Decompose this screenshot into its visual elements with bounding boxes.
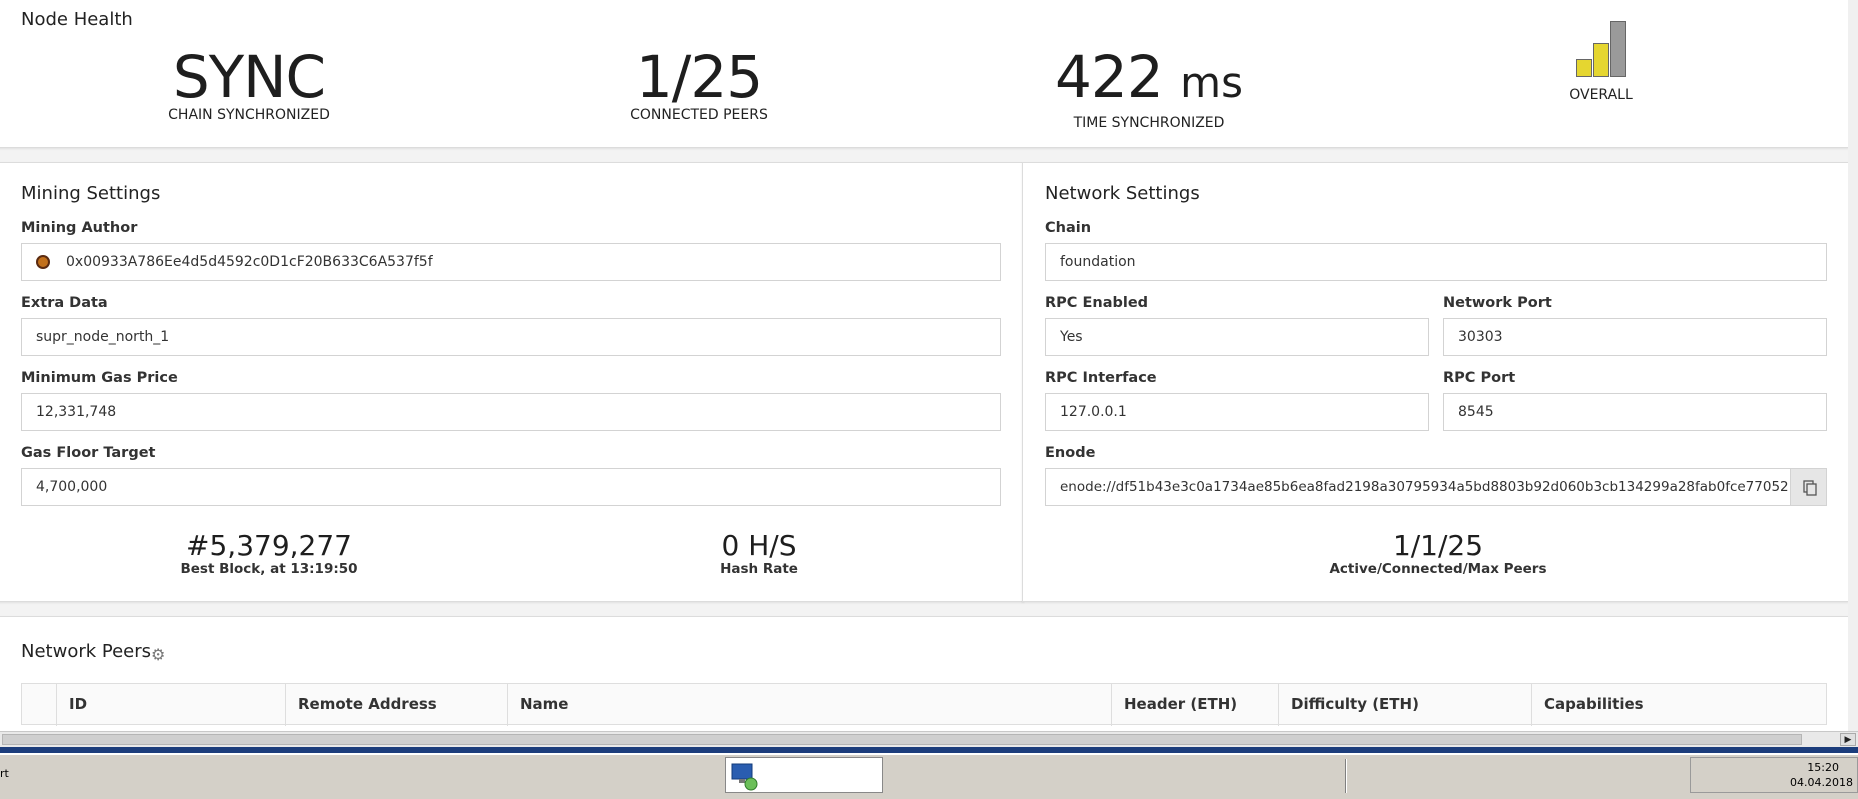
remote-desktop-icon — [731, 763, 758, 791]
node-health-card: Node Health SYNC CHAIN SYNCHRONIZED 1/25… — [0, 0, 1849, 148]
chain-label: Chain — [1045, 220, 1092, 236]
time-sync-label: TIME SYNCHRONIZED — [1073, 115, 1225, 131]
peers-value: 1/1/25 — [1392, 529, 1484, 562]
extra-data-field[interactable]: supr_node_north_1 — [21, 318, 1001, 356]
mining-settings-title: Mining Settings — [21, 183, 161, 204]
peers-table-header: ID Remote Address Name Header (ETH) Diff… — [21, 683, 1827, 726]
scrollbar-thumb[interactable] — [2, 734, 1802, 745]
column-header-select[interactable] — [22, 684, 57, 726]
time-sync-value: 422 — [1055, 43, 1164, 111]
network-port-label: Network Port — [1443, 295, 1552, 311]
taskbar: rt 15:20 04.04.2018 — [0, 747, 1858, 799]
best-block-value: #5,379,277 — [186, 529, 352, 562]
column-header-remote-address[interactable]: Remote Address — [286, 684, 508, 726]
clock-date[interactable]: 04.04.2018 — [1790, 776, 1853, 789]
rpc-port-label: RPC Port — [1443, 370, 1516, 386]
chain-field[interactable]: foundation — [1045, 243, 1827, 281]
page: Node Health SYNC CHAIN SYNCHRONIZED 1/25… — [0, 0, 1858, 740]
best-block-label: Best Block, at 13:19:50 — [180, 561, 358, 577]
start-button[interactable]: rt — [0, 761, 14, 787]
node-health-title: Node Health — [21, 9, 133, 30]
rpc-interface-field[interactable]: 127.0.0.1 — [1045, 393, 1429, 431]
mining-author-field[interactable]: 0x00933A786Ee4d5d4592c0D1cF20B633C6A537f… — [21, 243, 1001, 281]
column-header-difficulty-eth[interactable]: Difficulty (ETH) — [1279, 684, 1532, 726]
overall-bar-3 — [1610, 21, 1626, 77]
network-peers-card: Network Peers ⚙ ID Remote Address Name H… — [0, 616, 1849, 740]
copy-icon — [1803, 480, 1817, 496]
time-sync-stat: 422 ms TIME SYNCHRONIZED — [1029, 47, 1269, 131]
network-settings-title: Network Settings — [1045, 183, 1200, 204]
copy-enode-button[interactable] — [1790, 468, 1827, 506]
peers-label: Active/Connected/Max Peers — [1329, 561, 1547, 577]
gas-floor-target-field[interactable]: 4,700,000 — [21, 468, 1001, 506]
overall-bar-1 — [1576, 59, 1592, 77]
min-gas-price-field[interactable]: 12,331,748 — [21, 393, 1001, 431]
rpc-enabled-label: RPC Enabled — [1045, 295, 1149, 311]
column-header-id[interactable]: ID — [57, 684, 286, 726]
peers-stat: 1/1/25 Active/Connected/Max Peers — [1273, 529, 1603, 578]
enode-label: Enode — [1045, 445, 1096, 461]
mining-author-label: Mining Author — [21, 220, 138, 236]
extra-data-label: Extra Data — [21, 295, 108, 311]
chain-sync-label: CHAIN SYNCHRONIZED — [168, 107, 330, 123]
mining-settings-card: Mining Settings Mining Author 0x00933A78… — [0, 162, 1024, 602]
hash-rate-stat: 0 H/S Hash Rate — [639, 529, 879, 578]
min-gas-price-label: Minimum Gas Price — [21, 370, 178, 386]
best-block-stat: #5,379,277 Best Block, at 13:19:50 — [149, 529, 389, 578]
gear-icon[interactable]: ⚙ — [151, 645, 165, 664]
mining-author-value: 0x00933A786Ee4d5d4592c0D1cF20B633C6A537f… — [66, 254, 433, 270]
vertical-scrollbar[interactable] — [1848, 0, 1858, 731]
chain-sync-stat: SYNC CHAIN SYNCHRONIZED — [129, 47, 369, 123]
connected-peers-stat: 1/25 CONNECTED PEERS — [579, 47, 819, 123]
chain-sync-value: SYNC — [172, 43, 326, 111]
network-port-field[interactable]: 30303 — [1443, 318, 1827, 356]
taskbar-body: rt 15:20 04.04.2018 — [0, 753, 1858, 799]
column-header-name[interactable]: Name — [508, 684, 1112, 726]
column-header-header-eth[interactable]: Header (ETH) — [1112, 684, 1279, 726]
time-sync-unit: ms — [1180, 58, 1243, 107]
scroll-right-button[interactable]: ▶ — [1840, 733, 1856, 746]
overall-health: OVERALL — [1539, 17, 1663, 103]
rpc-interface-label: RPC Interface — [1045, 370, 1157, 386]
rpc-port-field[interactable]: 8545 — [1443, 393, 1827, 431]
taskbar-divider — [1345, 759, 1347, 793]
identicon-icon — [36, 255, 50, 269]
gas-floor-target-label: Gas Floor Target — [21, 445, 156, 461]
network-settings-card: Network Settings Chain foundation RPC En… — [1022, 162, 1849, 602]
horizontal-scrollbar[interactable]: ▶ — [0, 731, 1858, 747]
time-sync-value-row: 422 ms — [1029, 47, 1269, 113]
overall-signal-icon — [1539, 17, 1663, 77]
hash-rate-value: 0 H/S — [721, 529, 797, 562]
overall-label: OVERALL — [1569, 87, 1633, 103]
connected-peers-label: CONNECTED PEERS — [630, 107, 768, 123]
rpc-enabled-field[interactable]: Yes — [1045, 318, 1429, 356]
taskbar-app-button[interactable] — [725, 757, 883, 793]
hash-rate-label: Hash Rate — [720, 561, 798, 577]
overall-bar-2 — [1593, 43, 1609, 77]
system-tray: 15:20 04.04.2018 — [1690, 757, 1858, 793]
clock-time[interactable]: 15:20 — [1807, 761, 1839, 774]
connected-peers-value: 1/25 — [635, 43, 763, 111]
enode-field[interactable]: enode://df51b43e3c0a1734ae85b6ea8fad2198… — [1045, 468, 1791, 506]
network-peers-title: Network Peers — [21, 641, 152, 662]
column-header-capabilities[interactable]: Capabilities — [1532, 684, 1827, 726]
